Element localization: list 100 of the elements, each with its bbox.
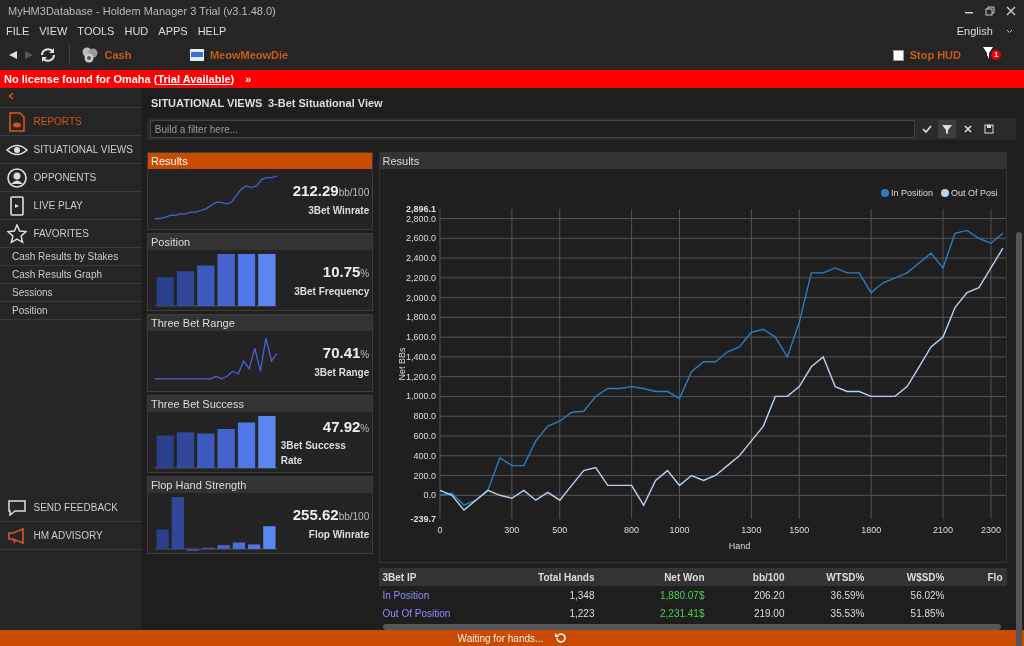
table-cell-text: 1,348 [568, 588, 596, 603]
stat-unit: bb/100 [338, 187, 370, 199]
stat-label: 3Bet Range [314, 365, 370, 380]
row-link[interactable]: Out Of Position [378, 605, 479, 621]
restore-icon[interactable] [985, 6, 995, 16]
stat-unit: % [360, 349, 370, 361]
axis-tick-label: 1,600.0 [405, 332, 436, 343]
axis-tick-label: 2,600.0 [405, 233, 436, 244]
horizontal-scrollbar[interactable] [382, 624, 1001, 630]
stop-hud-label: Stop HUD [909, 47, 961, 63]
axis-tick-label: 0 [437, 525, 442, 535]
stat-label: 3Bet Frequency [294, 284, 370, 299]
sidebar-subitem[interactable]: Cash Results by Stakes [0, 248, 142, 266]
stat-label: 3Bet Success Rate [280, 439, 347, 469]
axis-tick-label: 1,400.0 [405, 351, 436, 362]
report-icon [8, 111, 26, 132]
stat-label: 3Bet Winrate [308, 203, 370, 218]
table-cell-text: 1,880.07$ [659, 588, 706, 603]
refresh-icon[interactable] [39, 46, 57, 64]
stat-unit: % [360, 268, 370, 280]
sidebar-item[interactable]: REPORTS [0, 108, 142, 136]
column-header: W$SD% [905, 570, 946, 585]
menu-item[interactable]: APPS [158, 22, 188, 40]
column-header: 3Bet IP [381, 570, 418, 585]
language-dropdown[interactable]: English [956, 22, 1013, 40]
axis-tick-label: 1800 [860, 525, 881, 535]
back-icon[interactable] [8, 50, 18, 60]
menu-item[interactable]: HUD [124, 22, 149, 40]
table-cell-text: 35.53% [829, 606, 866, 621]
axis-tick-label: 1,200.0 [405, 371, 436, 382]
table-cell-text: 56.02% [909, 588, 946, 603]
sidebar-subitem[interactable]: Cash Results Graph [0, 266, 142, 284]
legend-label: Out Of Posi [950, 188, 998, 198]
axis-tick-label: 1300 [740, 525, 761, 535]
license-message: No license found for Omaha (Trial Available) [4, 71, 235, 87]
axis-tick-label: 2,000.0 [405, 292, 436, 303]
column-header: Flo [986, 570, 1004, 585]
stat-value: 70.41 [322, 344, 361, 362]
axis-tick-label: 2,800.0 [405, 213, 436, 224]
axis-tick-label: 600.0 [412, 431, 436, 441]
table-cell-text: 206.20 [752, 588, 786, 603]
menu-item[interactable]: FILE [6, 22, 30, 40]
notification-badge: 1 [991, 50, 1002, 60]
table-cell-text: 219.00 [752, 606, 786, 621]
table-cell-text: 36.59% [829, 588, 866, 603]
stat-value: 212.29 [292, 182, 339, 200]
collapse-icon[interactable] [8, 92, 14, 100]
sidebar-subitem[interactable]: Sessions [0, 284, 142, 302]
card-title[interactable]: Results [148, 153, 372, 169]
column-header: Net Won [663, 570, 706, 585]
axis-tick-label: 800 [623, 525, 639, 535]
history-icon[interactable] [554, 632, 567, 644]
window-title: MyHM3Database - Holdem Manager 3 Trial (v3.1.48.0) [8, 3, 276, 19]
legend-label: In Position [890, 188, 933, 198]
table-cell-text: 1,223 [568, 606, 596, 621]
stat-unit: % [360, 422, 370, 434]
star-icon [7, 223, 27, 244]
axis-tick-label: 200.0 [412, 470, 436, 481]
breadcrumb-section[interactable]: SITUATIONAL VIEWS [151, 94, 263, 112]
breadcrumb-page: 3-Bet Situational View [267, 95, 383, 111]
card-title[interactable]: Three Bet Range [148, 315, 372, 331]
axis-tick-label: 300 [503, 525, 519, 535]
axis-tick-label: 1500 [788, 525, 809, 535]
row-link[interactable]: In Position [378, 587, 479, 603]
card-title[interactable]: Three Bet Success [148, 396, 372, 412]
card-title[interactable]: Position [148, 234, 372, 250]
poker-chips-icon [81, 46, 99, 64]
speech-bubble-icon [7, 499, 27, 516]
close-icon[interactable] [1006, 6, 1016, 16]
axis-title: Hand [728, 541, 750, 551]
axis-tick-label: 800.0 [412, 411, 436, 422]
stop-hud-checkbox[interactable] [893, 49, 905, 61]
axis-tick-label: 1,800.0 [405, 312, 436, 323]
sidebar-item[interactable]: OPPONENTS [0, 164, 142, 192]
card-title[interactable]: Flop Hand Strength [148, 477, 372, 493]
menu-item[interactable]: VIEW [39, 22, 68, 40]
trial-link[interactable]: Trial Available [157, 72, 231, 85]
axis-tick-label: 500 [551, 525, 567, 535]
sidebar-item[interactable]: SITUATIONAL VIEWS [0, 136, 142, 164]
menu-item[interactable]: HELP [197, 22, 227, 40]
sidebar-item[interactable]: LIVE PLAY [0, 192, 142, 220]
filter-input[interactable]: Build a filter here... [149, 120, 915, 138]
cash-link[interactable]: Cash [104, 46, 132, 64]
sidebar-item[interactable]: HM ADVISORY [0, 522, 142, 550]
panel-title: Results [379, 153, 1006, 169]
stat-value: 255.62 [292, 506, 339, 524]
notifications-button[interactable]: 1 [983, 46, 1005, 64]
check-icon [921, 124, 932, 134]
account-link[interactable]: MeowMeowDie [209, 46, 289, 64]
axis-tick-label: -239.7 [409, 514, 436, 524]
filter-button[interactable] [938, 120, 957, 138]
vertical-scrollbar[interactable] [1016, 232, 1022, 646]
expand-button[interactable]: » [245, 70, 252, 88]
close-icon [963, 124, 973, 134]
sidebar-item[interactable]: FAVORITES [0, 220, 142, 248]
filter-icon [942, 124, 953, 134]
sidebar-item[interactable]: SEND FEEDBACK [0, 494, 142, 522]
menu-item[interactable]: TOOLS [77, 22, 115, 40]
stat-label: Flop Winrate [308, 527, 370, 542]
sidebar-subitem[interactable]: Position [0, 302, 142, 320]
